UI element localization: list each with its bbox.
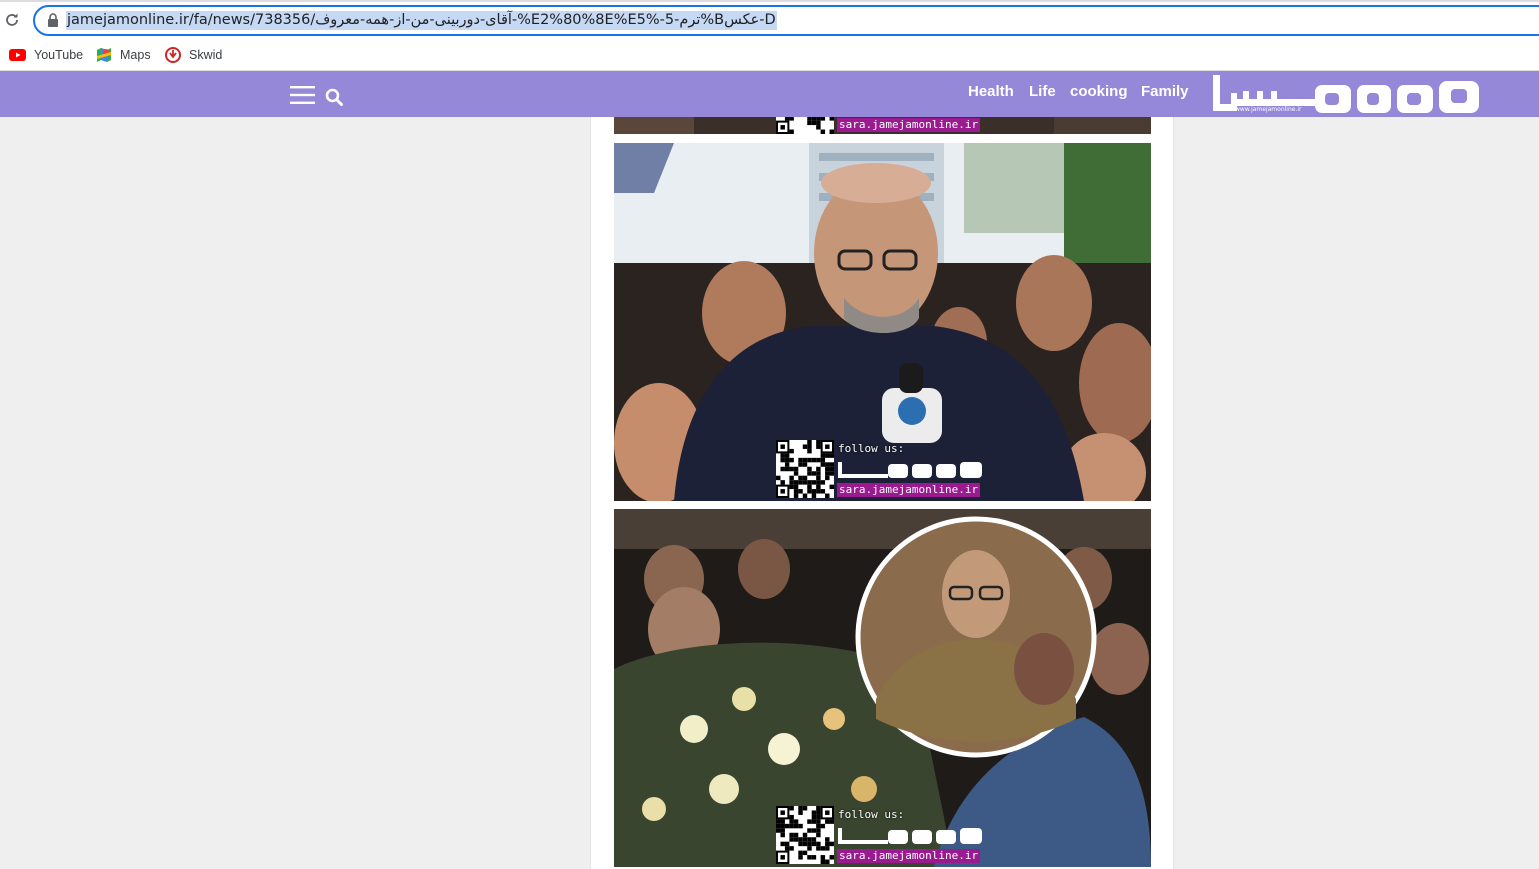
bookmarks-bar: YouTube Maps Skwid (0, 40, 1539, 71)
site-logo[interactable]: www.jamejamonline.ir (1213, 71, 1485, 117)
watermark-site: sara.jamejamonline.ir (837, 483, 981, 497)
browser-toolbar: jamejamonline.ir/fa/news/738356/آقای-دور… (0, 0, 1539, 40)
watermark-site: sara.jamejamonline.ir (837, 118, 981, 132)
qr-code (776, 440, 834, 498)
qr-code (776, 806, 834, 864)
watermark-logo-icon (838, 828, 982, 844)
maps-icon (97, 48, 111, 62)
bookmark-label: Skwid (189, 48, 223, 62)
bookmark-maps[interactable]: Maps (96, 45, 151, 65)
reload-icon[interactable] (4, 12, 20, 28)
bookmark-youtube[interactable]: YouTube (9, 45, 83, 65)
watermark-site: sara.jamejamonline.ir (837, 849, 981, 863)
article-photo-1: sara.jamejamonline.ir (614, 117, 1151, 134)
nav-family[interactable]: Family (1141, 83, 1189, 100)
bookmark-skwid[interactable]: Skwid (165, 45, 222, 65)
tab-strip-edge (0, 0, 1539, 2)
nav-life[interactable]: Life (1029, 83, 1056, 100)
lock-icon[interactable] (47, 13, 59, 27)
watermark-logo-icon (838, 462, 982, 478)
bookmark-label: YouTube (34, 48, 84, 62)
hamburger-menu-icon[interactable] (290, 86, 315, 104)
watermark-follow: follow us: (838, 442, 905, 455)
watermark-follow: follow us: (838, 808, 905, 821)
address-bar[interactable]: jamejamonline.ir/fa/news/738356/آقای-دور… (33, 5, 1539, 36)
article-photo-2: follow us: sara.jamejamonline.ir (614, 143, 1151, 501)
qr-code (776, 117, 834, 134)
search-icon[interactable] (325, 88, 343, 106)
site-header: Health Life cooking Family www.jamejamon… (0, 71, 1539, 117)
bookmark-label: Maps (120, 48, 151, 62)
youtube-icon (9, 49, 26, 61)
url-text[interactable]: jamejamonline.ir/fa/news/738356/آقای-دور… (66, 11, 777, 30)
skwid-icon (165, 47, 181, 63)
article-photo-3: follow us: sara.jamejamonline.ir (614, 509, 1151, 867)
article-column: sara.jamejamonline.ir follow us: sara.ja… (590, 117, 1174, 869)
logo-url-text: www.jamejamonline.ir (1235, 106, 1302, 113)
nav-health[interactable]: Health (968, 83, 1014, 100)
nav-cooking[interactable]: cooking (1070, 83, 1128, 100)
